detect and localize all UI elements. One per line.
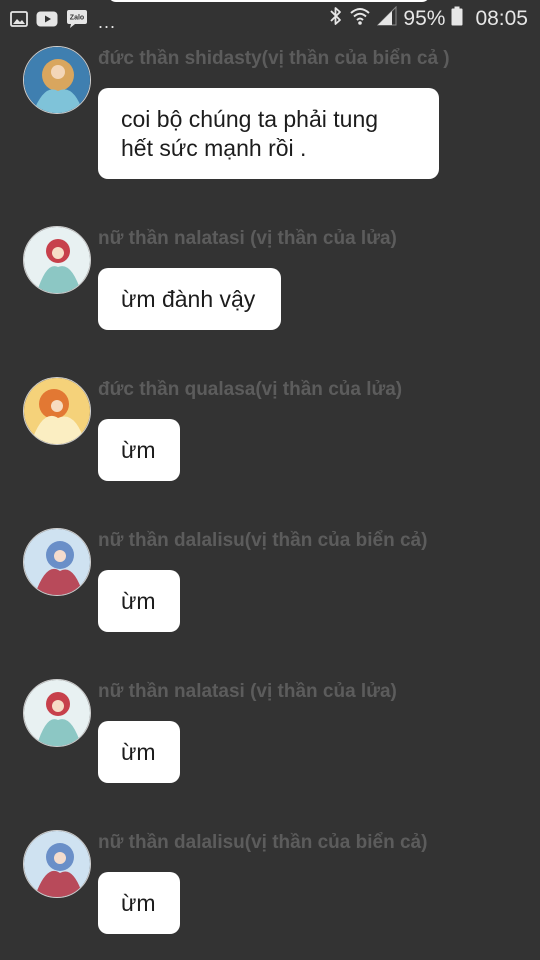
sender-name: nữ thần dalalisu(vị thần của biển cả) xyxy=(98,530,428,551)
sender-avatar[interactable] xyxy=(23,528,91,596)
message-bubble[interactable]: coi bộ chúng ta phải tung hết sức mạnh r… xyxy=(98,88,439,179)
avatar-image xyxy=(24,227,90,293)
sender-avatar[interactable] xyxy=(23,226,91,294)
sender-avatar[interactable] xyxy=(23,377,91,445)
sender-avatar[interactable] xyxy=(23,830,91,898)
sender-name: đức thần shidasty(vị thần của biển cả ) xyxy=(98,48,450,69)
message-bubble[interactable]: ừm xyxy=(98,721,180,783)
avatar-image xyxy=(24,378,90,444)
sender-name: nữ thần nalatasi (vị thần của lửa) xyxy=(98,228,397,249)
sender-name: nữ thần dalalisu(vị thần của biển cả) xyxy=(98,832,428,853)
sender-name: nữ thần nalatasi (vị thần của lửa) xyxy=(98,681,397,702)
sender-name: đức thần qualasa(vị thần của lửa) xyxy=(98,379,403,400)
avatar-image xyxy=(24,831,90,897)
avatar-image xyxy=(24,680,90,746)
avatar-image xyxy=(24,47,90,113)
sender-avatar[interactable] xyxy=(23,46,91,114)
message-bubble[interactable]: ừm xyxy=(98,570,180,632)
message-bubble[interactable]: ừm xyxy=(98,872,180,934)
message-bubble[interactable]: ừm đành vậy xyxy=(98,268,281,330)
chat-message-list[interactable]: đức thần shidasty(vị thần của biển cả ) … xyxy=(0,0,540,960)
message-bubble[interactable]: ừm xyxy=(98,419,180,481)
sender-avatar[interactable] xyxy=(23,679,91,747)
avatar-image xyxy=(24,529,90,595)
